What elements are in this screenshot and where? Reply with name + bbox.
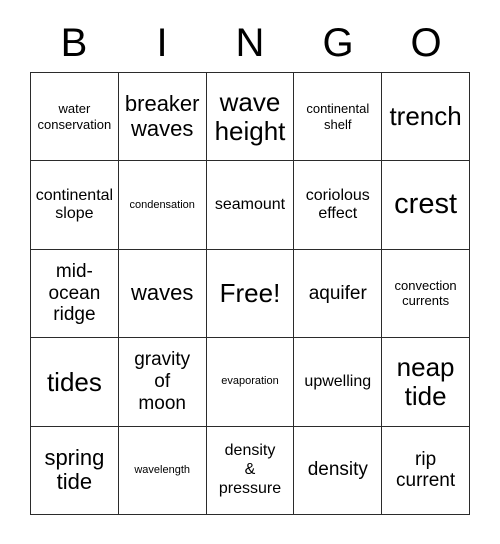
bingo-cell-r4c2[interactable]: gravity of moon xyxy=(118,338,207,427)
bingo-cell-free-space[interactable]: Free! xyxy=(206,249,295,339)
bingo-cell-text: wavelength xyxy=(134,463,191,476)
bingo-cell-text: aquifer xyxy=(308,282,367,304)
bingo-header-letter-b: B xyxy=(60,21,88,65)
bingo-cell-text: wave height xyxy=(214,87,286,146)
bingo-free-space-text: Free! xyxy=(219,278,281,309)
bingo-cell-text: coriolous effect xyxy=(305,186,370,223)
bingo-cell-text: neap tide xyxy=(396,352,455,411)
bingo-cell-text: spring tide xyxy=(44,444,105,495)
bingo-cell-r3c1[interactable]: mid- ocean ridge xyxy=(31,249,119,339)
bingo-cell-r4c3[interactable]: evaporation xyxy=(206,338,295,427)
bingo-cell-text: mid- ocean ridge xyxy=(48,261,101,326)
bingo-cell-r1c5[interactable]: trench xyxy=(382,73,470,162)
bingo-cell-text: continental slope xyxy=(35,186,114,223)
bingo-cell-text: upwelling xyxy=(304,372,372,390)
bingo-header-letter-i: I xyxy=(156,21,168,65)
bingo-header-letter-n: N xyxy=(235,21,265,65)
bingo-grid: water conservation breaker waves wave he… xyxy=(30,72,470,515)
bingo-cell-text: continental shelf xyxy=(306,101,370,132)
bingo-cell-r1c3[interactable]: wave height xyxy=(206,73,295,162)
bingo-cell-text: density & pressure xyxy=(218,442,282,497)
bingo-cell-text: seamount xyxy=(214,195,286,213)
bingo-cell-r1c4[interactable]: continental shelf xyxy=(294,73,383,162)
bingo-cell-text: crest xyxy=(394,188,458,221)
bingo-cell-r3c2[interactable]: waves xyxy=(118,249,207,339)
bingo-cell-r2c3[interactable]: seamount xyxy=(206,161,295,250)
bingo-cell-r5c4[interactable]: density xyxy=(294,426,383,515)
bingo-header-letter-g: G xyxy=(322,21,354,65)
bingo-header-letter-o: O xyxy=(410,21,442,65)
bingo-cell-r2c5[interactable]: crest xyxy=(382,161,470,250)
bingo-cell-text: condensation xyxy=(129,198,195,211)
bingo-cell-text: trench xyxy=(389,101,462,132)
bingo-cell-r5c1[interactable]: spring tide xyxy=(31,426,119,515)
bingo-cell-r5c2[interactable]: wavelength xyxy=(118,426,207,515)
bingo-card: B I N G O water conservation breaker wav… xyxy=(0,0,500,544)
bingo-cell-text: convection currents xyxy=(394,278,457,309)
bingo-cell-text: breaker waves xyxy=(124,91,200,141)
bingo-cell-r4c5[interactable]: neap tide xyxy=(382,338,470,427)
bingo-cell-r4c4[interactable]: upwelling xyxy=(294,338,383,427)
bingo-cell-text: density xyxy=(307,459,368,481)
bingo-cell-r2c2[interactable]: condensation xyxy=(118,161,207,250)
bingo-cell-text: waves xyxy=(131,280,194,306)
bingo-cell-text: gravity of moon xyxy=(134,349,191,414)
bingo-cell-text: tides xyxy=(46,366,102,397)
bingo-cell-text: evaporation xyxy=(221,375,279,388)
bingo-cell-r1c2[interactable]: breaker waves xyxy=(118,73,207,162)
bingo-header-row: B I N G O xyxy=(30,14,470,72)
bingo-cell-r5c3[interactable]: density & pressure xyxy=(206,426,295,515)
bingo-cell-text: rip current xyxy=(396,448,456,492)
bingo-cell-r3c4[interactable]: aquifer xyxy=(294,249,383,339)
bingo-cell-r3c5[interactable]: convection currents xyxy=(382,249,470,339)
bingo-cell-r2c4[interactable]: coriolous effect xyxy=(294,161,383,250)
bingo-cell-text: water conservation xyxy=(37,101,112,132)
bingo-cell-r4c1[interactable]: tides xyxy=(31,338,119,427)
bingo-cell-r5c5[interactable]: rip current xyxy=(382,426,470,515)
bingo-cell-r1c1[interactable]: water conservation xyxy=(31,73,119,162)
bingo-cell-r2c1[interactable]: continental slope xyxy=(31,161,119,250)
